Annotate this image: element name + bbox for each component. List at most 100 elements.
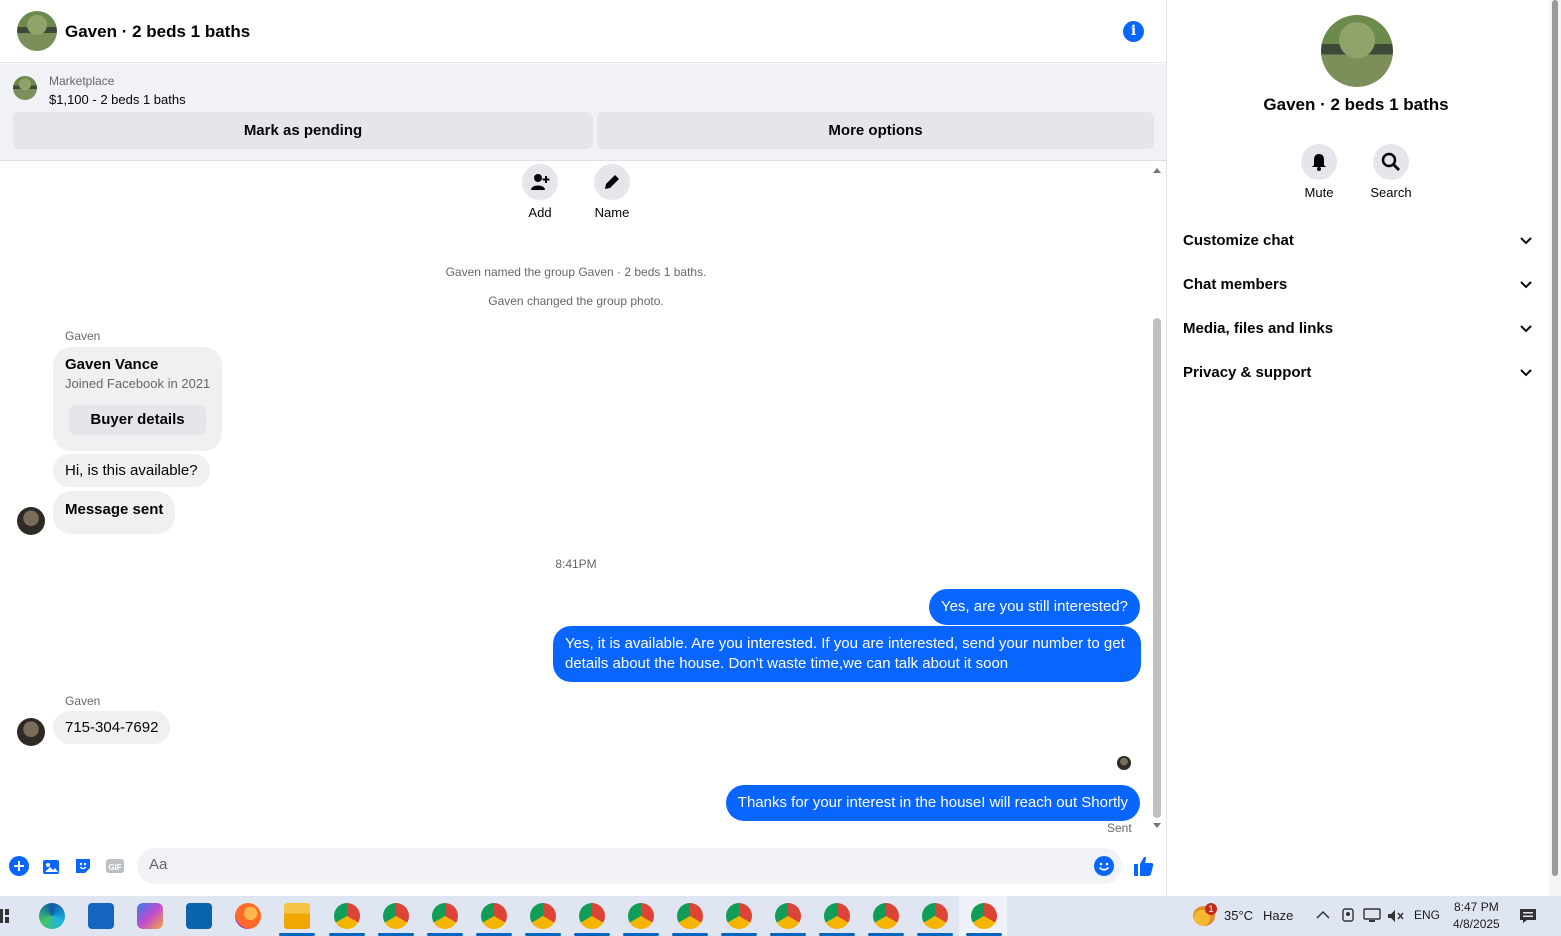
sidebar-group-avatar[interactable]: [1321, 15, 1393, 87]
name-label: Name: [594, 205, 630, 220]
page-scrollbar[interactable]: [1549, 0, 1561, 896]
sender-name: Gaven: [65, 329, 101, 343]
speaker-muted-icon[interactable]: [1387, 908, 1405, 924]
mute-label: Mute: [1304, 185, 1334, 200]
system-message: Gaven changed the group photo.: [488, 294, 664, 308]
chrome-profile-icon[interactable]: [481, 903, 507, 929]
weather-badge: 1: [1205, 903, 1217, 915]
chrome-profile-icon[interactable]: [628, 903, 654, 929]
chrome-profile-icon[interactable]: [971, 903, 997, 929]
page-scroll-thumb[interactable]: [1552, 0, 1558, 876]
listing-thumbnail[interactable]: [13, 76, 37, 100]
seen-avatar: [1117, 756, 1131, 770]
gif-icon[interactable]: GIF: [105, 856, 125, 876]
bell-icon: [1312, 154, 1326, 171]
message-timestamp: 8:41PM: [555, 557, 597, 571]
chevron-down-icon: [1520, 237, 1532, 245]
mark-as-pending-button[interactable]: Mark as pending: [13, 112, 593, 149]
search-icon: [1381, 152, 1400, 171]
outlook-icon[interactable]: [186, 903, 212, 929]
clock-time[interactable]: 8:47 PM: [1454, 900, 1499, 914]
buyer-joined: Joined Facebook in 2021: [65, 376, 211, 391]
widgets-icon[interactable]: [0, 907, 10, 925]
weather-condition[interactable]: Haze: [1263, 908, 1293, 923]
outgoing-message[interactable]: Thanks for your interest in the houseI w…: [725, 785, 1140, 821]
chat-pane: Gaven · 2 beds 1 baths i Marketplace $1,…: [0, 0, 1167, 896]
input-language[interactable]: ENG: [1414, 908, 1440, 922]
store-icon[interactable]: [88, 903, 114, 929]
file-explorer-icon[interactable]: [284, 903, 310, 929]
marketplace-banner: Marketplace $1,100 - 2 beds 1 baths Mark…: [0, 64, 1166, 161]
add-people-button[interactable]: [522, 164, 558, 200]
edge-icon[interactable]: [39, 903, 65, 929]
chat-info-sidebar: Gaven · 2 beds 1 baths Mute Search Custo…: [1168, 0, 1548, 896]
notifications-icon[interactable]: [1519, 908, 1537, 924]
windows-taskbar: 1 35°C Haze ENG 8:47 PM 4/8/2025: [0, 896, 1561, 936]
pencil-icon: [605, 175, 619, 189]
chrome-profile-icon[interactable]: [824, 903, 850, 929]
copilot-icon[interactable]: [137, 903, 163, 929]
name-group-button[interactable]: [594, 164, 630, 200]
marketplace-label: Marketplace: [49, 74, 115, 88]
chrome-profile-icon[interactable]: [677, 903, 703, 929]
chrome-profile-icon[interactable]: [432, 903, 458, 929]
outgoing-message[interactable]: Yes, it is available. Are you interested…: [553, 626, 1141, 682]
section-label: Media, files and links: [1183, 320, 1334, 337]
weather-temperature[interactable]: 35°C: [1224, 908, 1253, 923]
camera-privacy-icon[interactable]: [1341, 908, 1355, 924]
chat-title[interactable]: Gaven · 2 beds 1 baths: [65, 22, 250, 42]
message-input[interactable]: [149, 856, 1069, 873]
section-label: Customize chat: [1183, 232, 1294, 249]
chevron-down-icon: [1520, 325, 1532, 333]
mute-button[interactable]: [1301, 144, 1337, 180]
sticker-icon[interactable]: [73, 856, 93, 876]
chevron-down-icon: [1520, 369, 1532, 377]
buyer-name[interactable]: Gaven Vance: [65, 356, 158, 373]
chevron-down-icon: [1520, 281, 1532, 289]
incoming-message[interactable]: Message sent: [53, 491, 176, 534]
listing-title[interactable]: $1,100 - 2 beds 1 baths: [49, 92, 186, 107]
chrome-profile-icon[interactable]: [922, 903, 948, 929]
message-composer: GIF: [0, 848, 1166, 884]
info-icon[interactable]: i: [1123, 21, 1144, 42]
group-avatar[interactable]: [17, 11, 57, 51]
chat-header: Gaven · 2 beds 1 baths i: [0, 0, 1166, 63]
outgoing-message[interactable]: Yes, are you still interested?: [928, 589, 1140, 625]
incoming-message[interactable]: Hi, is this available?: [53, 454, 210, 487]
incoming-message[interactable]: 715-304-7692: [53, 711, 171, 744]
sender-avatar[interactable]: [17, 507, 45, 535]
section-label: Privacy & support: [1183, 364, 1312, 381]
message-input-wrapper: [137, 848, 1122, 884]
chrome-profile-icon[interactable]: [334, 903, 360, 929]
search-label: Search: [1370, 185, 1412, 200]
network-icon[interactable]: [1363, 908, 1381, 924]
section-label: Chat members: [1183, 276, 1288, 293]
firefox-icon[interactable]: [235, 903, 261, 929]
add-person-icon: [531, 174, 550, 190]
plus-icon[interactable]: [9, 856, 29, 876]
chrome-profile-icon[interactable]: [383, 903, 409, 929]
search-button[interactable]: [1373, 144, 1409, 180]
chrome-profile-icon[interactable]: [530, 903, 556, 929]
chrome-profile-icon[interactable]: [726, 903, 752, 929]
chrome-profile-icon[interactable]: [579, 903, 605, 929]
chrome-profile-icon[interactable]: [873, 903, 899, 929]
chevron-up-icon[interactable]: [1316, 910, 1330, 920]
buyer-details-button[interactable]: Buyer details: [69, 405, 206, 435]
section-media-files-links[interactable]: Media, files and links: [1183, 309, 1533, 349]
section-chat-members[interactable]: Chat members: [1183, 265, 1533, 305]
clock-date[interactable]: 4/8/2025: [1453, 917, 1500, 931]
messages-scroll-thumb[interactable]: [1153, 318, 1161, 818]
section-privacy-support[interactable]: Privacy & support: [1183, 353, 1533, 393]
chrome-profile-icon[interactable]: [775, 903, 801, 929]
section-customize-chat[interactable]: Customize chat: [1183, 221, 1533, 261]
more-options-button[interactable]: More options: [597, 112, 1154, 149]
add-label: Add: [528, 205, 552, 220]
buyer-card: Gaven Vance Joined Facebook in 2021 Buye…: [53, 347, 222, 451]
sidebar-title: Gaven · 2 beds 1 baths: [1263, 95, 1449, 114]
sender-avatar[interactable]: [17, 718, 45, 746]
system-message: Gaven named the group Gaven · 2 beds 1 b…: [445, 265, 707, 279]
emoji-icon[interactable]: [1094, 856, 1114, 876]
photo-icon[interactable]: [41, 856, 61, 876]
like-icon[interactable]: [1133, 855, 1155, 877]
